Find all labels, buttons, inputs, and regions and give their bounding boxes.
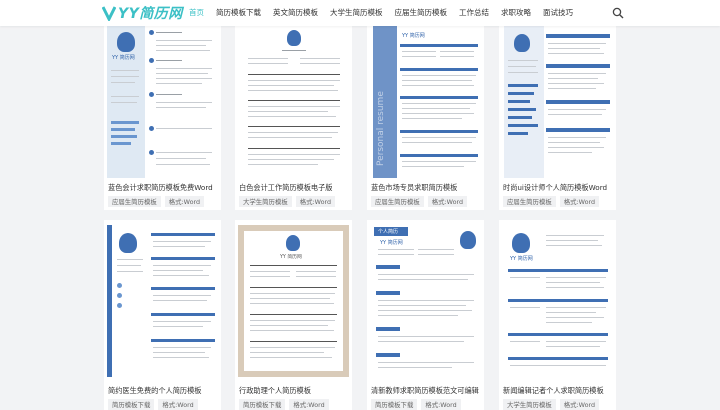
template-tags: 大学生简历模板 格式:Word (503, 399, 600, 410)
template-thumbnail[interactable] (238, 26, 349, 178)
template-card[interactable]: 个人简历 YY 简历网 清新教师求职简历模板范文可编辑 简历模板下载 格式:Wo… (367, 220, 484, 410)
format-tag: 格式:Word (158, 399, 198, 410)
format-tag: 格式:Word (421, 399, 461, 410)
format-tag: 格式:Word (289, 399, 329, 410)
nav-item-template-download[interactable]: 简历模板下载 (210, 0, 267, 26)
nav-item-interview-tips[interactable]: 面试技巧 (537, 0, 579, 26)
template-thumbnail[interactable]: 个人简历 YY 简历网 (370, 225, 481, 377)
template-thumbnail[interactable] (502, 26, 613, 178)
template-tags: 应届生简历模板 格式:Word (503, 196, 600, 207)
template-card[interactable]: YY 简历网 蓝色会计求职简历模板免费Word 应届生简历模板 格式:Word (104, 26, 221, 210)
template-card[interactable]: Personal resume YY 简历网 蓝色市场专员求职简历模板 应届生简… (367, 26, 484, 210)
nav-item-college-resume[interactable]: 大学生简历模板 (324, 0, 389, 26)
category-tag[interactable]: 应届生简历模板 (371, 196, 424, 207)
template-card[interactable]: 时尚ui设计师个人简历模板Word 应届生简历模板 格式:Word (499, 26, 616, 210)
template-title[interactable]: 蓝色会计求职简历模板免费Word (108, 183, 213, 193)
template-title[interactable]: 时尚ui设计师个人简历模板Word (503, 183, 607, 193)
category-tag[interactable]: 大学生简历模板 (503, 399, 556, 410)
avatar (512, 233, 530, 253)
template-card[interactable]: YY 简历网 行政助理个人简历模板 简历模板下载 格式:Word (235, 220, 352, 410)
top-navigation-bar: YY简历网 首页 简历模板下载 英文简历模板 大学生简历模板 应届生简历模板 工… (0, 0, 720, 26)
template-thumbnail[interactable]: YY 简历网 (107, 26, 218, 178)
template-tags: 简历模板下载 格式:Word (239, 399, 329, 410)
template-thumbnail[interactable]: YY 简历网 (238, 225, 349, 377)
site-logo[interactable]: YY简历网 (102, 3, 183, 23)
template-thumbnail[interactable]: YY 简历网 (502, 225, 613, 377)
avatar (287, 30, 301, 46)
nav-item-work-summary[interactable]: 工作总结 (453, 0, 495, 26)
avatar (286, 235, 300, 251)
template-thumbnail[interactable] (107, 225, 218, 377)
avatar (117, 32, 135, 52)
format-tag: 格式:Word (427, 196, 468, 207)
avatar (460, 231, 476, 249)
category-tag[interactable]: 简历模板下载 (108, 399, 155, 410)
template-tags: 应届生简历模板 格式:Word (108, 196, 205, 207)
category-tag[interactable]: 大学生简历模板 (239, 196, 292, 207)
template-title[interactable]: 行政助理个人简历模板 (239, 386, 311, 396)
category-tag[interactable]: 简历模板下载 (371, 399, 418, 410)
category-tag[interactable]: 应届生简历模板 (503, 196, 556, 207)
template-card[interactable]: 白色会计工作简历模板电子版 大学生简历模板 格式:Word (235, 26, 352, 210)
search-icon[interactable] (612, 7, 624, 19)
template-tags: 简历模板下载 格式:Word (108, 399, 198, 410)
template-card[interactable]: 简约医生免费的个人简历模板 简历模板下载 格式:Word (104, 220, 221, 410)
format-tag: 格式:Word (295, 196, 336, 207)
avatar (514, 34, 530, 52)
nav-item-job-tips[interactable]: 求职攻略 (495, 0, 537, 26)
main-nav: 首页 简历模板下载 英文简历模板 大学生简历模板 应届生简历模板 工作总结 求职… (183, 0, 579, 26)
nav-item-english-resume[interactable]: 英文简历模板 (267, 0, 324, 26)
template-tags: 简历模板下载 格式:Word (371, 399, 461, 410)
template-title[interactable]: 清新教师求职简历模板范文可编辑 (371, 386, 479, 396)
avatar (119, 233, 137, 253)
template-tags: 大学生简历模板 格式:Word (239, 196, 336, 207)
category-tag[interactable]: 简历模板下载 (239, 399, 286, 410)
format-tag: 格式:Word (559, 399, 600, 410)
template-card[interactable]: YY 简历网 新闻编辑记者个人求职简历模板 大学生简历模板 格式:Word (499, 220, 616, 410)
template-title[interactable]: 白色会计工作简历模板电子版 (239, 183, 332, 193)
template-title[interactable]: 新闻编辑记者个人求职简历模板 (503, 386, 604, 396)
format-tag: 格式:Word (559, 196, 600, 207)
category-tag[interactable]: 应届生简历模板 (108, 196, 161, 207)
nav-item-home[interactable]: 首页 (183, 0, 210, 26)
logo-mark-icon (102, 6, 116, 21)
template-title[interactable]: 简约医生免费的个人简历模板 (108, 386, 201, 396)
format-tag: 格式:Word (164, 196, 205, 207)
template-thumbnail[interactable]: Personal resume YY 简历网 (370, 26, 481, 178)
template-title[interactable]: 蓝色市场专员求职简历模板 (371, 183, 457, 193)
template-tags: 应届生简历模板 格式:Word (371, 196, 468, 207)
logo-text: YY简历网 (118, 6, 183, 22)
nav-item-graduate-resume[interactable]: 应届生简历模板 (389, 0, 454, 26)
